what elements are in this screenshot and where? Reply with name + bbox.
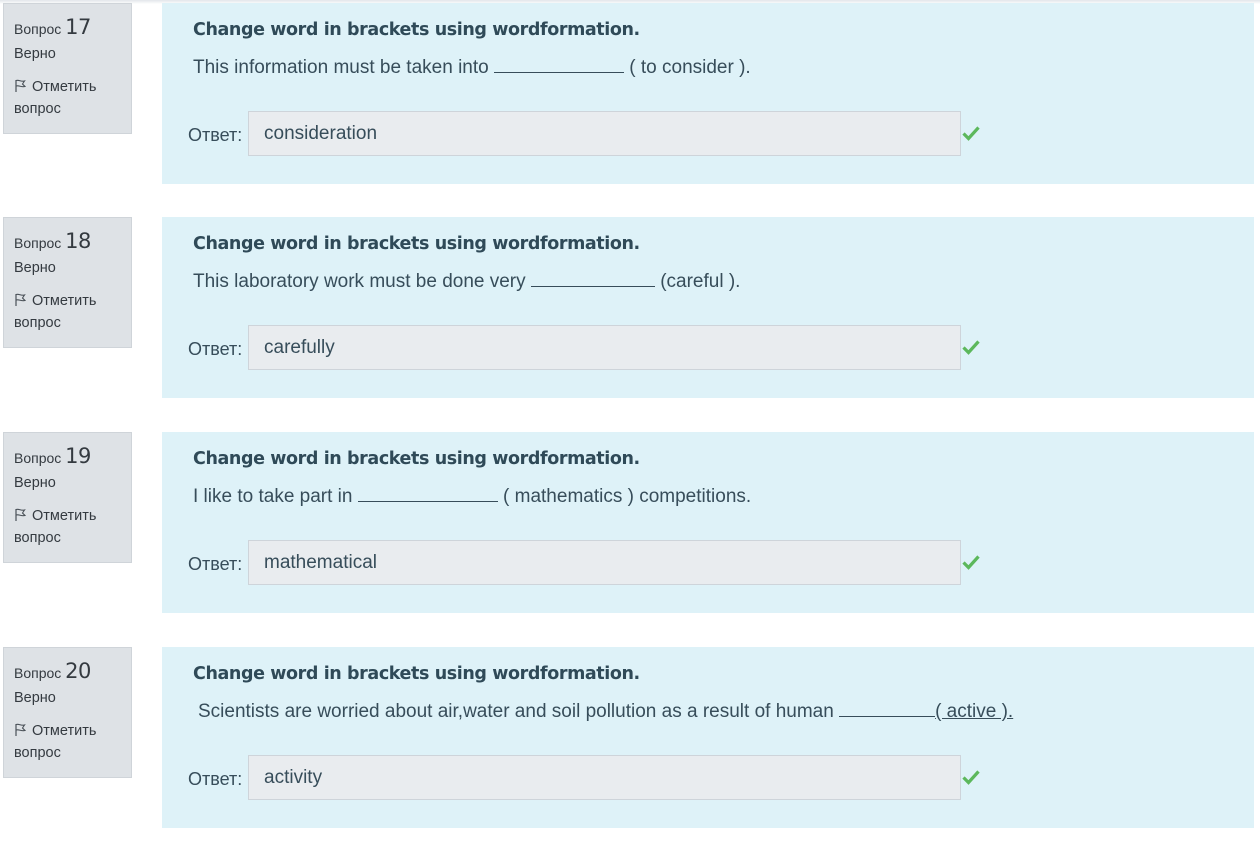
question-20: Вопрос 20 Верно Отметить вопрос Change wo… bbox=[0, 647, 1260, 833]
flag-label-2: вопрос bbox=[14, 745, 61, 761]
answer-label: Ответ: bbox=[188, 554, 243, 574]
question-number-value: 18 bbox=[65, 229, 91, 253]
sentence-blank bbox=[530, 271, 655, 287]
question-state: Верно bbox=[14, 46, 56, 62]
question-info: Вопрос 19 Верно Отметить вопрос bbox=[3, 432, 132, 563]
sentence-after: ( active ). bbox=[935, 701, 1014, 722]
question-word: Вопрос bbox=[14, 21, 62, 37]
correct-check-icon bbox=[962, 770, 980, 785]
question-number: Вопрос 20 bbox=[14, 656, 131, 686]
answer-input[interactable]: carefully bbox=[248, 325, 961, 370]
question-content: Change word in brackets using wordformat… bbox=[162, 647, 1254, 828]
sentence-before: This laboratory work must be done very bbox=[193, 271, 526, 292]
sentence-blank bbox=[357, 486, 498, 502]
correct-check-icon bbox=[962, 555, 980, 570]
flag-label-1: Отметить bbox=[32, 79, 97, 95]
flag-question-link[interactable]: Отметить вопрос bbox=[14, 76, 131, 120]
correct-check-icon bbox=[962, 126, 980, 141]
question-number: Вопрос 18 bbox=[14, 226, 131, 256]
question-18: Вопрос 18 Верно Отметить вопрос Change wo… bbox=[0, 217, 1260, 403]
question-state: Верно bbox=[14, 475, 56, 491]
flag-label-2: вопрос bbox=[14, 101, 61, 117]
flag-label-1: Отметить bbox=[32, 293, 97, 309]
answer-label: Ответ: bbox=[188, 769, 243, 789]
flag-label-1: Отметить bbox=[32, 723, 97, 739]
answer-label: Ответ: bbox=[188, 339, 243, 359]
sentence-before: I like to take part in bbox=[193, 486, 353, 507]
answer-input[interactable]: activity bbox=[248, 755, 961, 800]
question-sentence: Scientists are worried about air,water a… bbox=[198, 701, 1013, 723]
question-info: Вопрос 17 Верно Отметить вопрос bbox=[3, 3, 132, 134]
question-19: Вопрос 19 Верно Отметить вопрос Change wo… bbox=[0, 432, 1260, 618]
question-word: Вопрос bbox=[14, 665, 62, 681]
sentence-blank bbox=[493, 57, 624, 73]
flag-icon bbox=[15, 723, 27, 736]
flag-question-link[interactable]: Отметить вопрос bbox=[14, 290, 131, 334]
sentence-blank bbox=[839, 701, 936, 717]
question-17: Вопрос 17 Верно Отметить вопрос Change wo… bbox=[0, 3, 1260, 189]
correct-check-icon bbox=[962, 340, 980, 355]
flag-question-link[interactable]: Отметить вопрос bbox=[14, 720, 131, 764]
question-sentence: This laboratory work must be done very (… bbox=[193, 271, 740, 293]
question-number: Вопрос 17 bbox=[14, 12, 131, 42]
question-info: Вопрос 18 Верно Отметить вопрос bbox=[3, 217, 132, 348]
flag-icon bbox=[15, 508, 27, 521]
question-content: Change word in brackets using wordformat… bbox=[162, 217, 1254, 398]
flag-icon bbox=[15, 293, 27, 306]
flag-label-1: Отметить bbox=[32, 508, 97, 524]
question-info: Вопрос 20 Верно Отметить вопрос bbox=[3, 647, 132, 778]
question-word: Вопрос bbox=[14, 450, 62, 466]
question-number-value: 19 bbox=[65, 444, 91, 468]
question-state: Верно bbox=[14, 260, 56, 276]
question-number: Вопрос 19 bbox=[14, 441, 131, 471]
question-sentence: This information must be taken into ( to… bbox=[193, 57, 751, 79]
question-instruction: Change word in brackets using wordformat… bbox=[193, 664, 640, 684]
question-sentence: I like to take part in ( mathematics ) c… bbox=[193, 486, 751, 508]
question-content: Change word in brackets using wordformat… bbox=[162, 3, 1254, 184]
question-number-value: 20 bbox=[65, 659, 91, 683]
question-content: Change word in brackets using wordformat… bbox=[162, 432, 1254, 613]
question-instruction: Change word in brackets using wordformat… bbox=[193, 449, 640, 469]
flag-icon bbox=[15, 79, 27, 92]
sentence-before: This information must be taken into bbox=[193, 57, 489, 78]
question-word: Вопрос bbox=[14, 235, 62, 251]
sentence-after: ( mathematics ) competitions. bbox=[503, 486, 752, 507]
answer-input[interactable]: mathematical bbox=[248, 540, 961, 585]
question-number-value: 17 bbox=[65, 15, 91, 39]
sentence-after: ( to consider ). bbox=[629, 57, 751, 78]
question-instruction: Change word in brackets using wordformat… bbox=[193, 20, 640, 40]
question-state: Верно bbox=[14, 690, 56, 706]
flag-label-2: вопрос bbox=[14, 530, 61, 546]
sentence-before: Scientists are worried about air,water a… bbox=[198, 701, 834, 722]
sentence-after: (careful ). bbox=[660, 271, 741, 292]
answer-label: Ответ: bbox=[188, 125, 243, 145]
answer-input[interactable]: consideration bbox=[248, 111, 961, 156]
flag-label-2: вопрос bbox=[14, 315, 61, 331]
flag-question-link[interactable]: Отметить вопрос bbox=[14, 505, 131, 549]
question-instruction: Change word in brackets using wordformat… bbox=[193, 234, 640, 254]
